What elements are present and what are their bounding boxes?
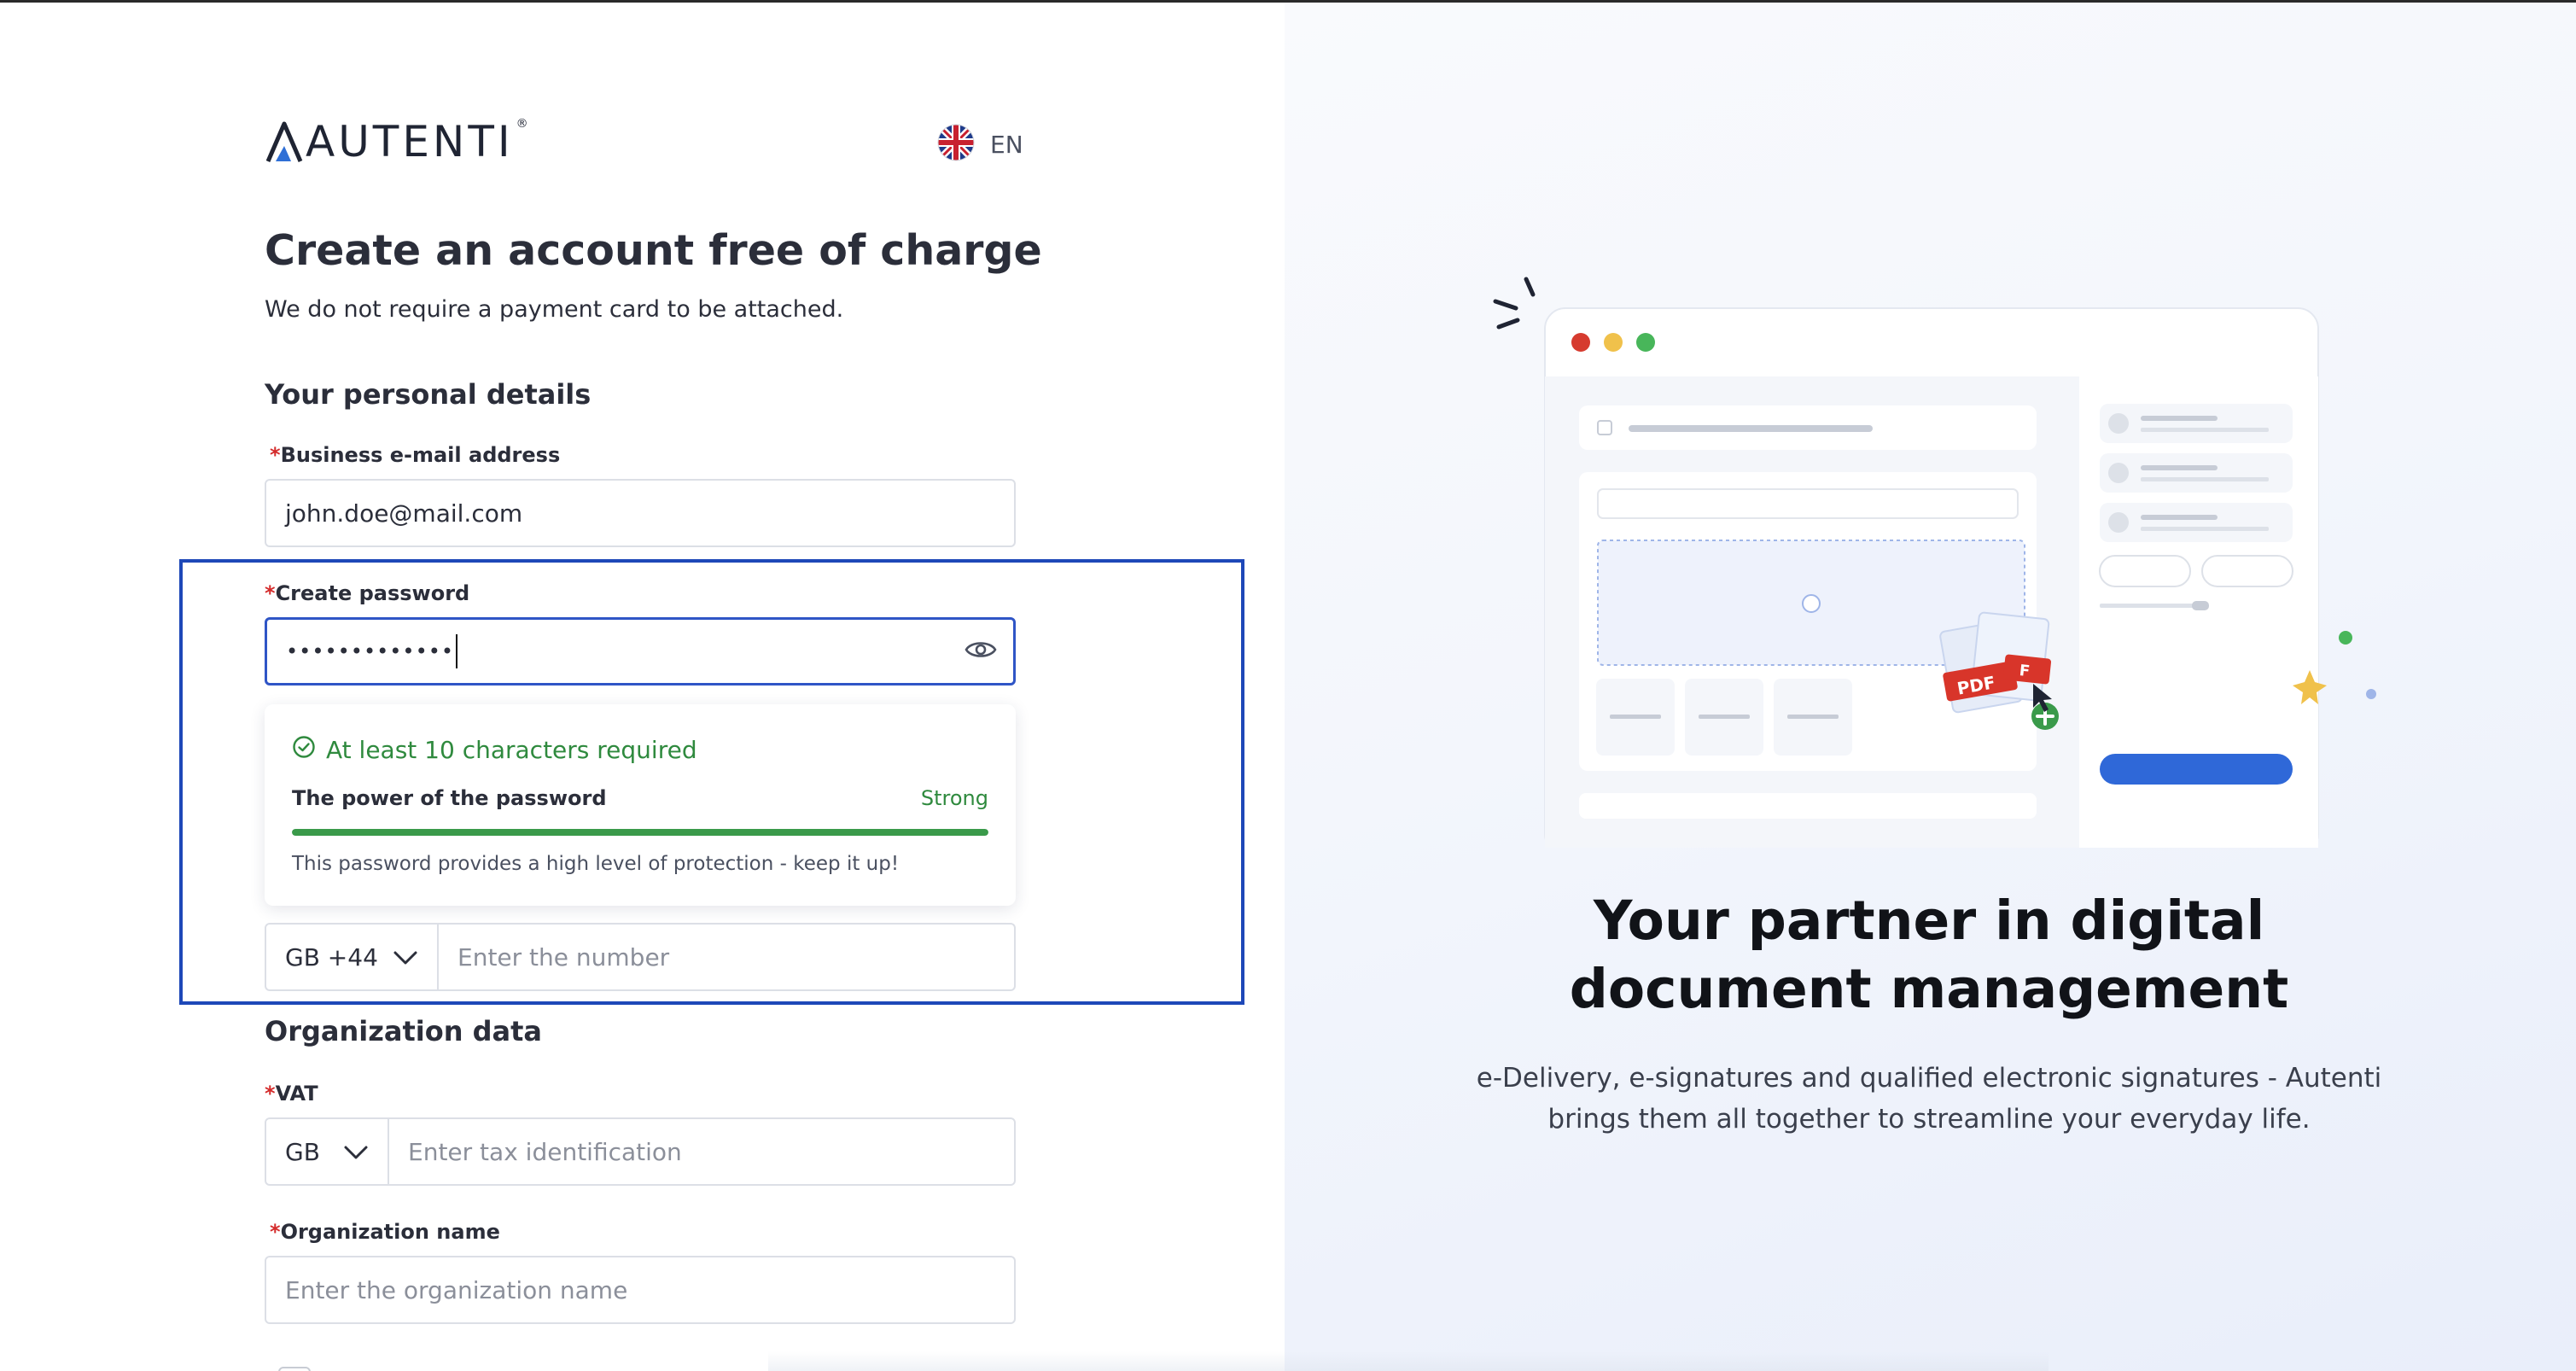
- hero-description: e-Delivery, e-signatures and qualified e…: [1476, 1063, 2382, 1135]
- show-password-button[interactable]: [962, 635, 1000, 669]
- email-label-text: Business e-mail address: [280, 443, 561, 467]
- signup-page: AUTENTI ® EN Create an account free of c…: [0, 0, 2576, 1371]
- phone-country-select[interactable]: GB +44: [266, 925, 439, 989]
- organization-data-heading: Organization data: [265, 1015, 543, 1047]
- required-mark: *: [265, 581, 276, 605]
- phone-field-group: GB +44 Enter the number: [265, 923, 1016, 991]
- language-switcher[interactable]: EN: [937, 124, 1023, 165]
- terms-checkbox[interactable]: [278, 1367, 311, 1371]
- chevron-down-icon: [393, 943, 418, 971]
- password-power-label: The power of the password: [292, 786, 607, 810]
- language-label: EN: [990, 130, 1023, 159]
- org-name-label-text: Organization name: [280, 1220, 500, 1244]
- required-mark: *: [270, 443, 281, 467]
- email-value: john.doe@mail.com: [285, 499, 523, 528]
- password-strength-bar: [292, 829, 988, 836]
- vat-country-select[interactable]: GB: [266, 1119, 389, 1184]
- logo-text: AUTENTI: [306, 117, 514, 166]
- phone-country-code: GB +44: [285, 942, 378, 971]
- password-hint: This password provides a high level of p…: [292, 853, 900, 875]
- text-caret: [456, 634, 458, 668]
- page-title: Create an account free of charge: [265, 226, 1042, 275]
- required-mark: *: [265, 1082, 276, 1106]
- password-requirement: At least 10 characters required: [292, 735, 697, 765]
- required-mark: *: [270, 1220, 281, 1244]
- logo-registered-mark: ®: [516, 117, 528, 131]
- org-name-placeholder: Enter the organization name: [285, 1275, 628, 1304]
- logo-a-mark-icon: [265, 120, 304, 163]
- password-field[interactable]: •••••••••••••: [265, 617, 1016, 686]
- autenti-logo[interactable]: AUTENTI ®: [265, 117, 528, 163]
- password-masked-value: •••••••••••••: [286, 639, 455, 663]
- chevron-down-icon: [343, 1138, 369, 1166]
- email-field[interactable]: john.doe@mail.com: [265, 479, 1016, 547]
- password-label: *Create password: [265, 581, 469, 605]
- vat-label-text: VAT: [275, 1082, 318, 1106]
- phone-placeholder: Enter the number: [458, 942, 670, 971]
- password-strength-value: Strong: [920, 786, 988, 810]
- password-strength-popover: At least 10 characters required The powe…: [265, 704, 1016, 906]
- organization-name-input[interactable]: Enter the organization name: [265, 1256, 1016, 1324]
- app-illustration: PDF F: [1485, 267, 2390, 855]
- sparkle-lines-icon: [1493, 277, 1536, 330]
- page-subtitle: We do not require a payment card to be a…: [265, 296, 844, 323]
- vat-field-group: GB Enter tax identification: [265, 1117, 1016, 1186]
- email-label: *Business e-mail address: [270, 443, 560, 467]
- org-name-label: *Organization name: [270, 1220, 500, 1244]
- personal-details-heading: Your personal details: [265, 378, 592, 411]
- vat-placeholder: Enter tax identification: [408, 1137, 682, 1166]
- check-circle-icon: [292, 735, 316, 765]
- vat-label: *VAT: [265, 1082, 318, 1106]
- password-label-text: Create password: [275, 581, 470, 605]
- signup-form-panel: AUTENTI ® EN Create an account free of c…: [0, 3, 1285, 1371]
- vat-country: GB: [285, 1137, 320, 1166]
- password-strength-bar-fill: [292, 829, 988, 836]
- vat-number-input[interactable]: Enter tax identification: [389, 1119, 1014, 1184]
- phone-number-input[interactable]: Enter the number: [439, 925, 1014, 989]
- hero-title: Your partner in digital document managem…: [1569, 890, 2289, 1020]
- eye-icon: [965, 639, 997, 667]
- uk-flag-icon: [937, 124, 975, 165]
- svg-text:F: F: [2019, 662, 2031, 680]
- requirement-text: At least 10 characters required: [326, 736, 697, 764]
